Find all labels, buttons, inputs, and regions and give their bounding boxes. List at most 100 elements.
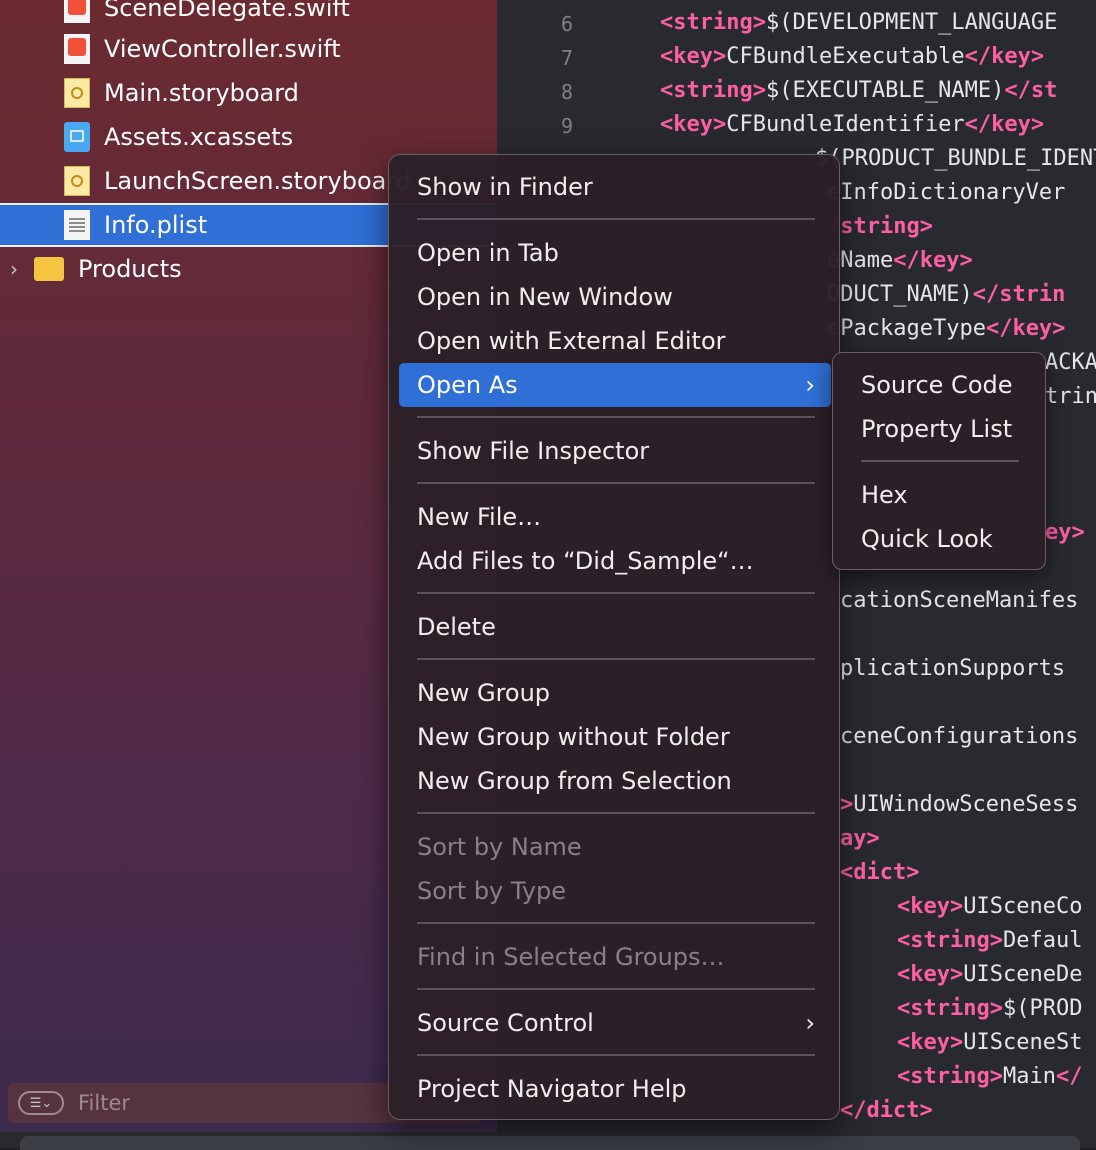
menu-item-new-group-from-selection[interactable]: New Group from Selection [399,759,831,803]
submenu-item-label: Hex [861,481,908,509]
menu-separator [417,812,815,814]
code-line: <key>UISceneDe [897,962,1083,987]
code-line: trin [1045,384,1096,409]
code-line: <key>UISceneCo [897,894,1083,919]
submenu-item-hex[interactable]: Hex [841,473,1037,517]
nav-item-scenedelegate[interactable]: SceneDelegate.swift [0,0,497,30]
menu-item-find-in-selected-groups: Find in Selected Groups… [399,935,831,979]
menu-item-label: Open As [417,371,518,399]
code-line: $(PRODUCT_BUNDLE_IDENT [815,146,1096,171]
submenu-item-quick-look[interactable]: Quick Look [841,517,1037,561]
line-number: 8 [560,80,573,104]
submenu-item-label: Property List [861,415,1013,443]
menu-item-label: New File… [417,503,542,531]
line-number: 6 [560,12,573,36]
disclosure-chevron-icon[interactable]: › [10,257,24,281]
nav-item-viewcontroller[interactable]: ViewController.swift [0,27,497,71]
code-line: <string>Main</ [897,1064,1083,1089]
menu-item-open-in-new-window[interactable]: Open in New Window [399,275,831,319]
storyboard-file-icon [64,166,90,196]
submenu-item-property-list[interactable]: Property List [841,407,1037,451]
code-line: <string>$(EXECUTABLE_NAME)</st [660,78,1058,103]
nav-item-assets[interactable]: Assets.xcassets [0,115,497,159]
menu-item-label: New Group [417,679,551,707]
menu-item-sort-by-type: Sort by Type [399,869,831,913]
nav-item-label: SceneDelegate.swift [104,0,350,22]
menu-separator [417,482,815,484]
code-line: plicationSupports [840,656,1066,681]
line-number: 9 [560,114,573,138]
line-number: 7 [560,46,573,70]
menu-separator [417,922,815,924]
filter-icon: ☰⌄ [29,1095,53,1111]
nav-item-label: Products [78,255,182,283]
nav-item-label: LaunchScreen.storyboard [104,167,412,195]
menu-separator [417,416,815,418]
menu-separator [417,988,815,990]
menu-item-project-navigator-help[interactable]: Project Navigator Help [399,1067,831,1111]
menu-item-label: Add Files to “Did_Sample“… [417,547,754,575]
menu-item-label: Open in New Window [417,283,673,311]
code-line: cationSceneManifes [840,588,1079,613]
open-as-submenu: Source Code Property List Hex Quick Look [832,352,1046,570]
submenu-item-label: Quick Look [861,525,993,553]
menu-separator [417,592,815,594]
code-line: ODUCT_NAME)</strin [827,282,1066,307]
code-line: ACKA [1045,350,1096,375]
menu-item-open-with-external-editor[interactable]: Open with External Editor [399,319,831,363]
code-line: <string>$(PROD [897,996,1083,1021]
menu-item-new-group-without-folder[interactable]: New Group without Folder [399,715,831,759]
code-line: <string>$(DEVELOPMENT_LANGUAGE [660,10,1058,35]
folder-icon [34,257,64,281]
menu-item-show-in-finder[interactable]: Show in Finder [399,165,831,209]
menu-item-delete[interactable]: Delete [399,605,831,649]
code-line: >UIWindowSceneSess [840,792,1079,817]
swift-file-icon [64,0,90,23]
menu-item-label: Open with External Editor [417,327,726,355]
nav-item-label: ViewController.swift [104,35,341,63]
plist-file-icon [64,210,90,240]
code-line: <dict> [840,860,920,885]
menu-item-label: Sort by Name [417,833,582,861]
menu-item-label: Find in Selected Groups… [417,943,725,971]
window-bottom-edge [0,1132,1096,1150]
menu-item-show-file-inspector[interactable]: Show File Inspector [399,429,831,473]
menu-item-label: Open in Tab [417,239,559,267]
menu-item-source-control[interactable]: Source Control › [399,1001,831,1045]
code-line: eInfoDictionaryVer [827,180,1066,205]
menu-separator [861,460,1019,462]
submenu-item-label: Source Code [861,371,1013,399]
menu-item-label: New Group without Folder [417,723,730,751]
code-line: ay> [840,826,880,851]
submenu-chevron-icon: › [805,371,815,399]
menu-item-label: Delete [417,613,496,641]
menu-item-open-as[interactable]: Open As › [399,363,831,407]
nav-item-label: Assets.xcassets [104,123,294,151]
menu-item-label: Show in Finder [417,173,593,201]
filter-options-button[interactable]: ☰⌄ [18,1091,64,1115]
menu-item-label: New Group from Selection [417,767,732,795]
code-line: </dict> [840,1098,933,1123]
code-line: <key>UISceneSt [897,1030,1083,1055]
menu-item-add-files[interactable]: Add Files to “Did_Sample“… [399,539,831,583]
code-line: <key>CFBundleExecutable</key> [660,44,1045,69]
menu-item-new-file[interactable]: New File… [399,495,831,539]
nav-item-label: Main.storyboard [104,79,299,107]
menu-separator [417,1054,815,1056]
code-line: ey> [1045,520,1085,545]
submenu-chevron-icon: › [805,1009,815,1037]
menu-item-new-group[interactable]: New Group [399,671,831,715]
menu-item-label: Project Navigator Help [417,1075,687,1103]
code-line: <string>Defaul [897,928,1083,953]
submenu-item-source-code[interactable]: Source Code [841,363,1037,407]
storyboard-file-icon [64,78,90,108]
context-menu: Show in Finder Open in Tab Open in New W… [388,154,840,1120]
menu-item-open-in-tab[interactable]: Open in Tab [399,231,831,275]
nav-item-main-storyboard[interactable]: Main.storyboard [0,71,497,115]
menu-item-label: Source Control [417,1009,594,1037]
code-line: <key>CFBundleIdentifier</key> [660,112,1045,137]
menu-item-label: Sort by Type [417,877,567,905]
menu-item-sort-by-name: Sort by Name [399,825,831,869]
nav-item-label: Info.plist [104,211,208,239]
menu-separator [417,658,815,660]
